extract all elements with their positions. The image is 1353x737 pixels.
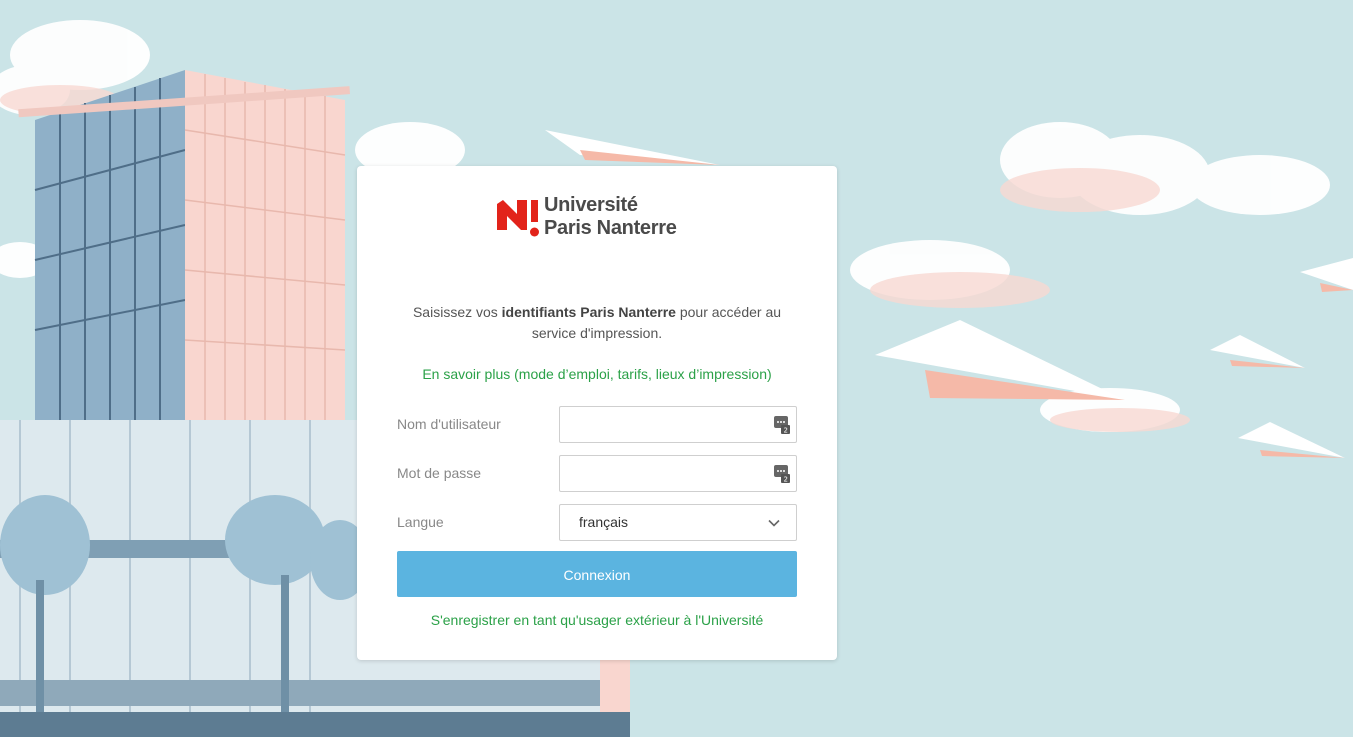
- password-label: Mot de passe: [397, 465, 482, 481]
- university-logo: Université Paris Nanterre: [497, 194, 707, 242]
- login-card: Université Paris Nanterre Saisissez vos …: [357, 166, 837, 660]
- university-name: Université Paris Nanterre: [544, 194, 677, 240]
- intro-text: Saisissez vos identifiants Paris Nanterr…: [397, 302, 797, 344]
- language-selected-value: français: [579, 514, 629, 530]
- username-field-wrapper: 2: [559, 406, 797, 443]
- intro-text-start: Saisissez vos: [412, 304, 502, 320]
- login-button[interactable]: Connexion: [397, 551, 797, 597]
- learn-more-link[interactable]: En savoir plus (mode d’emploi, tarifs, l…: [397, 366, 797, 382]
- register-external-link[interactable]: S'enregistrer en tant qu'usager extérieu…: [397, 612, 797, 628]
- svg-text:2: 2: [784, 476, 788, 484]
- password-manager-icon[interactable]: 2: [774, 465, 790, 483]
- username-label: Nom d'utilisateur: [397, 416, 501, 432]
- language-select[interactable]: français: [559, 504, 797, 541]
- password-field-wrapper: 2: [559, 455, 797, 492]
- password-row: Mot de passe 2: [397, 455, 797, 492]
- username-row: Nom d'utilisateur 2: [397, 406, 797, 443]
- language-row: Langue français: [397, 504, 797, 541]
- intro-text-bold: identifiants Paris Nanterre: [501, 304, 676, 320]
- password-manager-icon[interactable]: 2: [774, 416, 790, 434]
- chevron-down-icon: [768, 519, 780, 527]
- logo-line-2: Paris Nanterre: [544, 217, 677, 239]
- language-label: Langue: [397, 514, 444, 530]
- logo-line-1: Université: [544, 194, 638, 216]
- svg-text:2: 2: [784, 427, 788, 435]
- password-input[interactable]: [560, 456, 780, 491]
- username-input[interactable]: [560, 407, 780, 442]
- nanterre-logo-icon: [497, 200, 539, 237]
